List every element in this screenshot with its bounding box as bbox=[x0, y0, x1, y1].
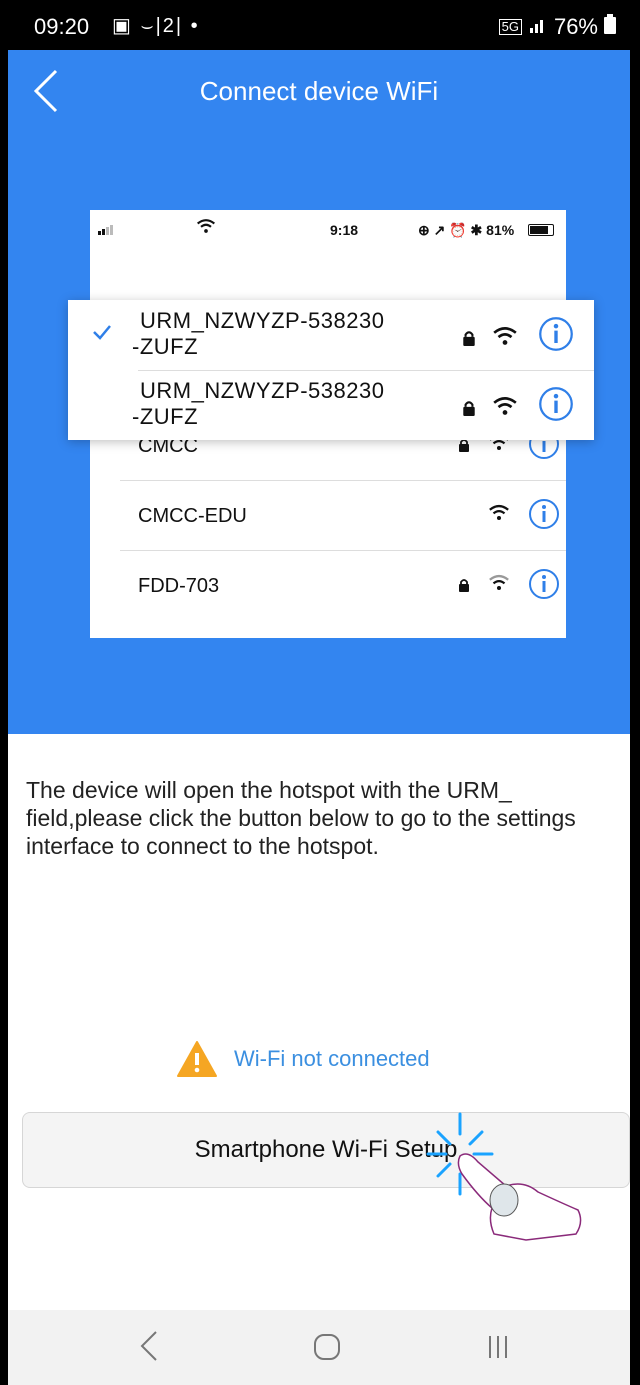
nav-back-icon[interactable] bbox=[138, 1330, 160, 1367]
nav-recent-apps-icon[interactable] bbox=[486, 1332, 510, 1367]
network-row-fdd-703: FDD-703 bbox=[120, 552, 566, 620]
network-type-icon: 5G bbox=[498, 19, 522, 35]
network-name: CMCC-EDU bbox=[138, 504, 247, 527]
illustration-battery-icon bbox=[528, 224, 554, 236]
app-screen: 09:20 ▣ ⌣|2| • 5G 76% Connect device WiF… bbox=[8, 0, 630, 1385]
battery-percent: 76% bbox=[553, 14, 598, 39]
instruction-text: The device will open the hotspot with th… bbox=[26, 777, 576, 859]
wifi-icon bbox=[488, 574, 510, 596]
battery-icon bbox=[604, 14, 616, 40]
hotspot-name-line2: -ZUFZ bbox=[132, 404, 199, 429]
hotspot-row: URM_NZWYZP-538230 -ZUFZ bbox=[68, 370, 594, 440]
info-icon[interactable] bbox=[528, 498, 560, 535]
hotspot-name-line1: URM_NZWYZP-538230 bbox=[140, 308, 385, 333]
illustration-status-bar: 9:18 ⊕ ↗ ⏰ ✱ 81% bbox=[90, 210, 566, 250]
status-right: 5G 76% bbox=[498, 14, 616, 40]
hotspot-name: URM_NZWYZP-538230 -ZUFZ bbox=[132, 378, 385, 430]
hotspot-name-line2: -ZUFZ bbox=[132, 334, 199, 359]
lock-icon bbox=[462, 330, 476, 351]
highlighted-hotspot-list: URM_NZWYZP-538230 -ZUFZ URM_NZWYZP-53823… bbox=[68, 300, 594, 440]
lock-icon bbox=[458, 578, 470, 597]
illustration-wifi-icon bbox=[196, 218, 216, 237]
hotspot-row-selected: URM_NZWYZP-538230 -ZUFZ bbox=[68, 300, 594, 370]
wifi-status: Wi-Fi not connected bbox=[8, 1038, 630, 1082]
system-navigation-bar bbox=[8, 1310, 630, 1385]
nav-home-icon[interactable] bbox=[312, 1332, 342, 1367]
wifi-icon bbox=[492, 326, 518, 351]
lock-icon bbox=[458, 438, 470, 457]
illustration-status-right: ⊕ ↗ ⏰ ✱ 81% bbox=[418, 222, 515, 238]
info-icon[interactable] bbox=[528, 568, 560, 605]
illustration-signal-icon bbox=[98, 222, 114, 238]
wifi-status-text: Wi-Fi not connected bbox=[234, 1046, 430, 1071]
wifi-icon bbox=[492, 396, 518, 421]
warning-triangle-icon bbox=[176, 1040, 218, 1083]
network-row-cmcc-edu: CMCC-EDU bbox=[120, 482, 566, 551]
status-bar: 09:20 ▣ ⌣|2| • 5G 76% bbox=[8, 0, 630, 50]
lock-icon bbox=[462, 400, 476, 421]
status-time: 09:20 bbox=[34, 14, 90, 39]
network-name: FDD-703 bbox=[138, 574, 220, 597]
info-icon[interactable] bbox=[538, 386, 574, 427]
info-icon[interactable] bbox=[538, 316, 574, 357]
hotspot-name-line1: URM_NZWYZP-538230 bbox=[140, 378, 385, 403]
checkmark-icon bbox=[92, 324, 112, 345]
wifi-icon bbox=[488, 504, 510, 526]
page-title: Connect device WiFi bbox=[199, 76, 439, 106]
illustration-time: 9:18 bbox=[330, 222, 359, 238]
notification-icons: ▣ ⌣|2| • bbox=[112, 15, 200, 37]
tap-hand-icon bbox=[418, 1112, 598, 1247]
hotspot-name: URM_NZWYZP-538230 -ZUFZ bbox=[132, 308, 385, 360]
signal-icon bbox=[528, 14, 548, 40]
